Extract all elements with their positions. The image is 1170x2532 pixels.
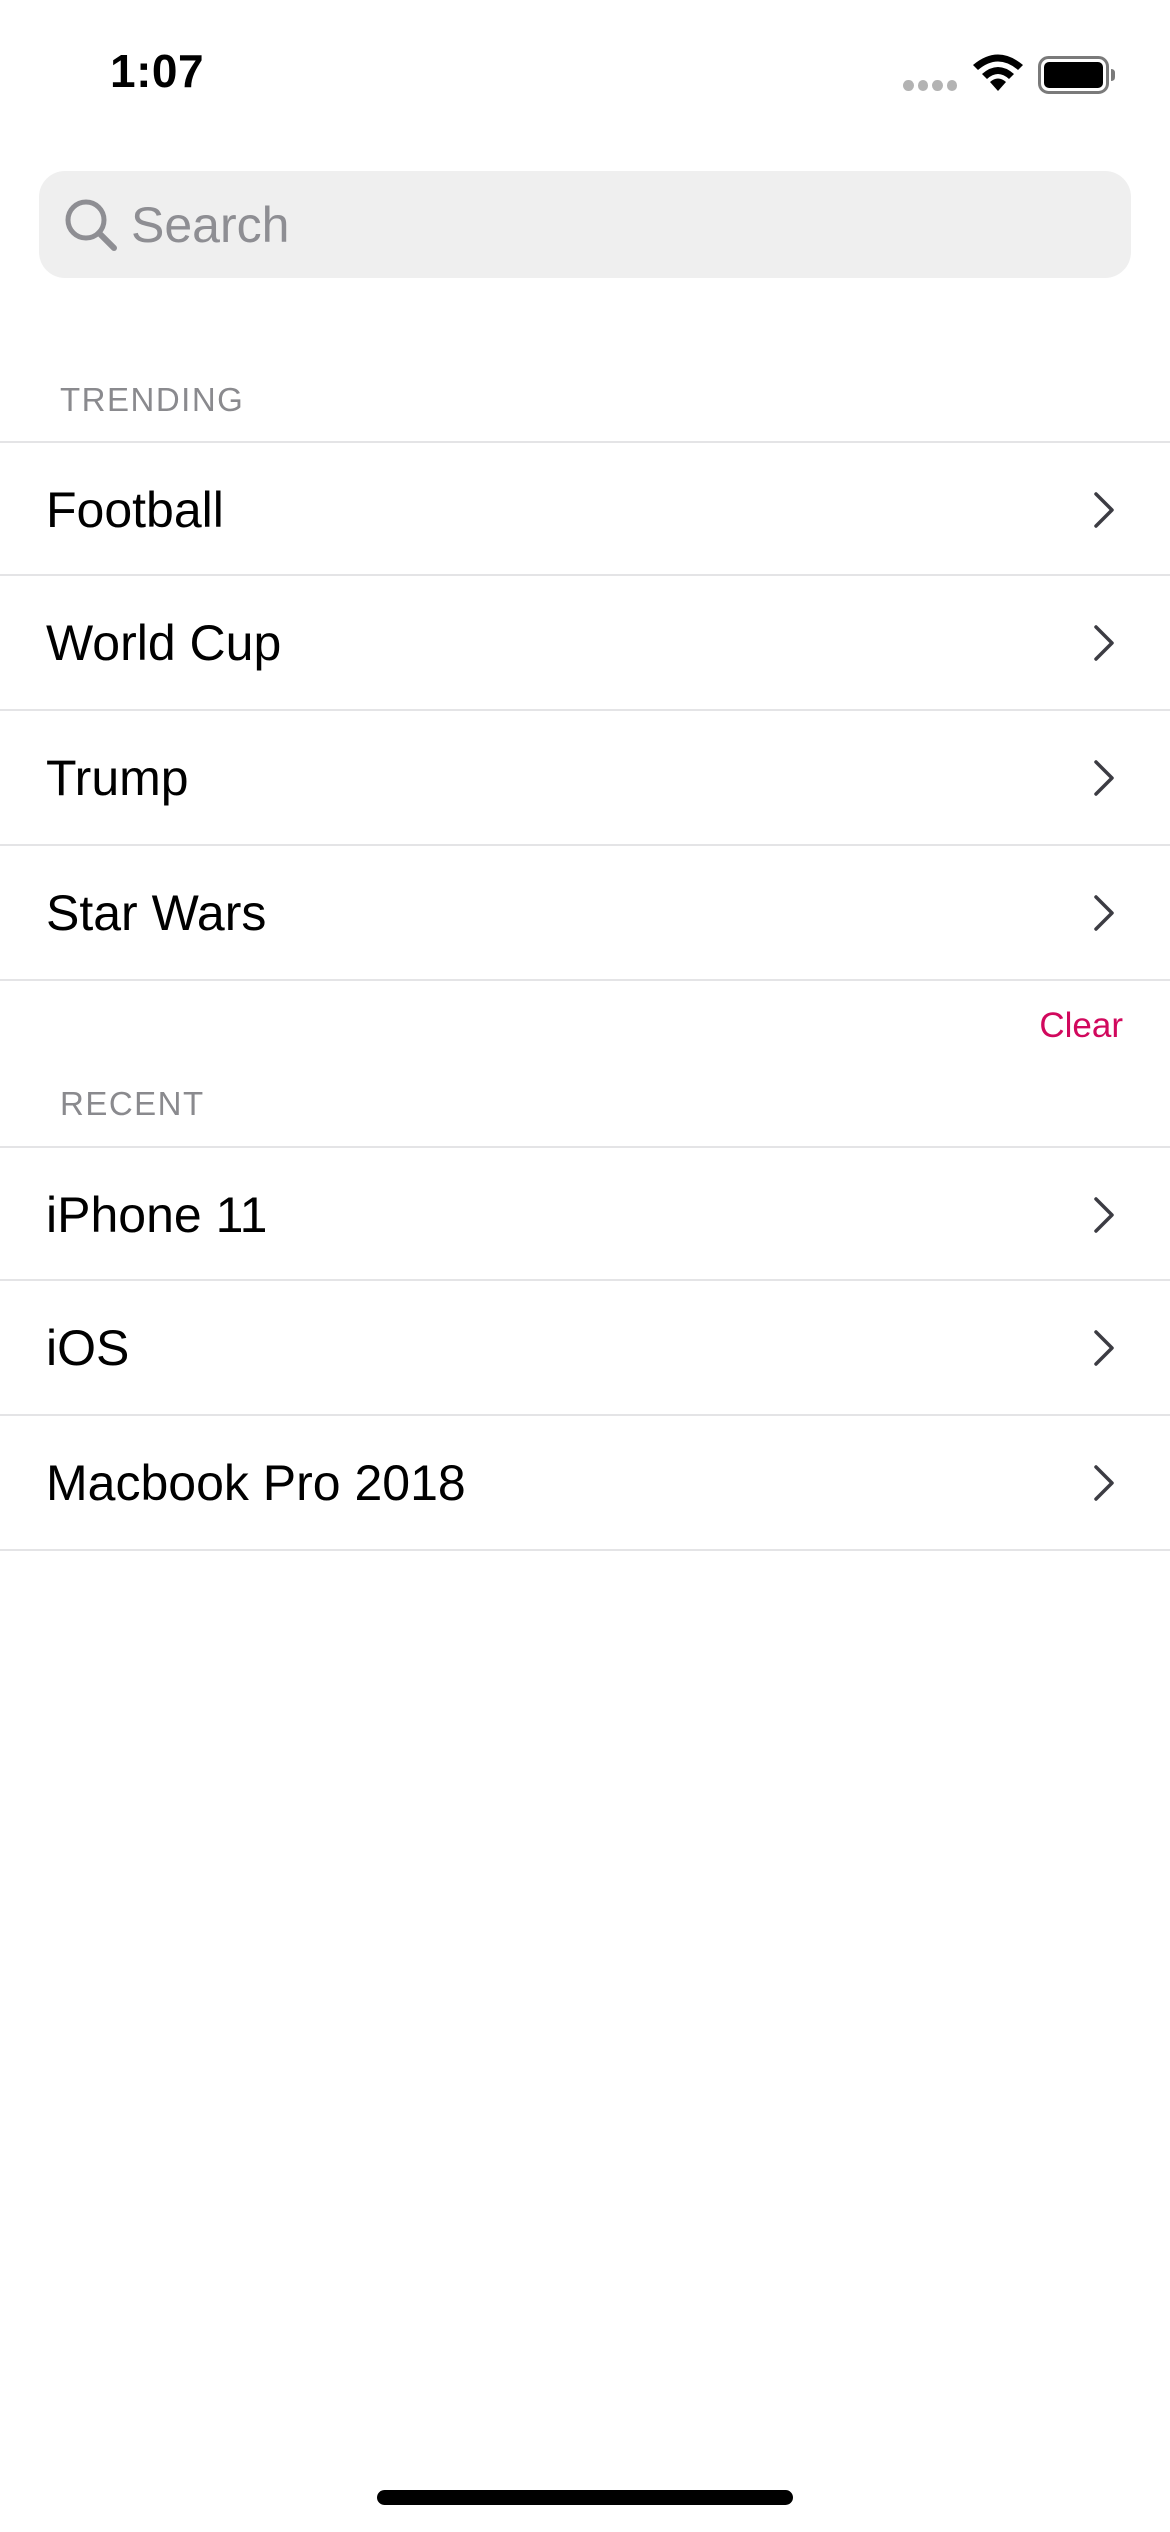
recent-item-iphone-11[interactable]: iPhone 11 — [0, 1146, 1170, 1281]
trending-item-football[interactable]: Football — [0, 441, 1170, 576]
list-item-label: iOS — [46, 1320, 130, 1376]
recent-item-macbook-pro-2018[interactable]: Macbook Pro 2018 — [0, 1416, 1170, 1551]
battery-icon — [1038, 56, 1115, 94]
recent-item-ios[interactable]: iOS — [0, 1281, 1170, 1416]
search-icon — [65, 199, 117, 251]
cellular-signal-icon — [903, 78, 957, 92]
chevron-right-icon — [1094, 1330, 1114, 1366]
chevron-right-icon — [1094, 625, 1114, 661]
wifi-icon — [973, 54, 1023, 91]
list-item-label: Football — [46, 482, 224, 538]
list-item-label: World Cup — [46, 615, 282, 671]
list-item-label: Trump — [46, 750, 189, 806]
chevron-right-icon — [1094, 1197, 1114, 1233]
chevron-right-icon — [1094, 1465, 1114, 1501]
status-time: 1:07 — [110, 45, 205, 97]
chevron-right-icon — [1094, 492, 1114, 528]
list-item-label: Macbook Pro 2018 — [46, 1455, 466, 1511]
status-bar: 1:07 — [0, 0, 1170, 150]
clear-recent-button[interactable]: Clear — [1039, 1006, 1123, 1046]
list-item-label: iPhone 11 — [46, 1187, 268, 1243]
trending-item-star-wars[interactable]: Star Wars — [0, 846, 1170, 981]
chevron-right-icon — [1094, 895, 1114, 931]
list-item-label: Star Wars — [46, 885, 267, 941]
trending-item-world-cup[interactable]: World Cup — [0, 576, 1170, 711]
search-input[interactable] — [131, 171, 1091, 278]
trending-item-trump[interactable]: Trump — [0, 711, 1170, 846]
search-bar[interactable] — [39, 171, 1131, 278]
home-indicator[interactable] — [377, 2490, 793, 2505]
chevron-right-icon — [1094, 760, 1114, 796]
trending-section-header: TRENDING — [60, 381, 245, 418]
recent-section-header: RECENT — [60, 1085, 205, 1122]
